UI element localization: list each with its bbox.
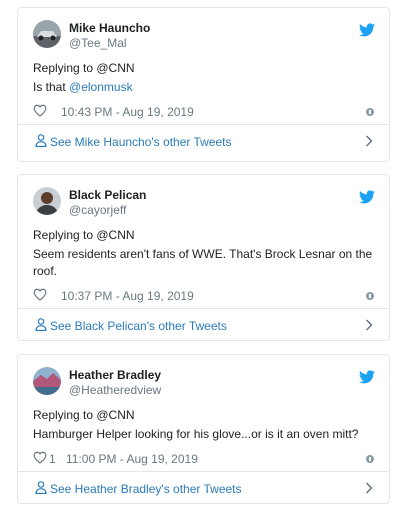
tweet-body: Replying to @CNN Hamburger Helper lookin… bbox=[18, 407, 389, 443]
avatar-photo-car-icon bbox=[33, 20, 61, 48]
twitter-bird-icon[interactable] bbox=[359, 23, 375, 37]
avatar[interactable] bbox=[33, 187, 61, 215]
tweet-header: Heather Bradley @Heatheredview bbox=[18, 355, 389, 405]
replying-to: Replying to @CNN bbox=[33, 61, 135, 75]
like-count: 1 bbox=[49, 452, 56, 466]
user-handle[interactable]: @cayorjeff bbox=[69, 203, 126, 217]
twitter-bird-icon[interactable] bbox=[359, 190, 375, 204]
tweet-body: Replying to @CNN Seem residents aren't f… bbox=[18, 227, 389, 280]
timestamp[interactable]: 10:37 PM - Aug 19, 2019 bbox=[61, 289, 194, 303]
other-tweets-label: See Black Pelican's other Tweets bbox=[50, 319, 227, 333]
tweet-text: Is that @elonmusk bbox=[33, 79, 374, 96]
tweet-meta: 1 11:00 PM - Aug 19, 2019 bbox=[18, 447, 389, 471]
other-tweets-link[interactable]: See Heather Bradley's other Tweets bbox=[18, 471, 389, 504]
replying-to: Replying to @CNN bbox=[33, 228, 135, 242]
display-name[interactable]: Black Pelican bbox=[69, 188, 146, 202]
tweet-text-prefix: Is that bbox=[33, 80, 70, 94]
chevron-right-icon bbox=[365, 135, 373, 147]
tweet-meta: 10:43 PM - Aug 19, 2019 bbox=[18, 100, 389, 124]
avatar-photo-landscape-icon bbox=[33, 367, 61, 395]
replying-to: Replying to @CNN bbox=[33, 408, 135, 422]
heart-icon[interactable] bbox=[33, 451, 47, 464]
timestamp[interactable]: 10:43 PM - Aug 19, 2019 bbox=[61, 105, 194, 119]
chevron-right-icon bbox=[365, 319, 373, 331]
heart-icon[interactable] bbox=[33, 104, 47, 117]
twitter-bird-icon[interactable] bbox=[359, 370, 375, 384]
info-icon[interactable] bbox=[366, 455, 374, 463]
person-icon bbox=[35, 481, 47, 494]
info-icon[interactable] bbox=[366, 108, 374, 116]
avatar[interactable] bbox=[33, 20, 61, 48]
tweet-card-3: Heather Bradley @Heatheredview Replying … bbox=[17, 354, 390, 504]
display-name[interactable]: Heather Bradley bbox=[69, 368, 161, 382]
avatar[interactable] bbox=[33, 367, 61, 395]
person-icon bbox=[35, 134, 47, 147]
other-tweets-label: See Mike Hauncho's other Tweets bbox=[50, 135, 232, 149]
tweet-card-1: Mike Hauncho @Tee_Mal Replying to @CNN I… bbox=[17, 7, 390, 162]
user-handle[interactable]: @Heatheredview bbox=[69, 383, 161, 397]
timestamp[interactable]: 11:00 PM - Aug 19, 2019 bbox=[66, 452, 198, 466]
tweet-header: Black Pelican @cayorjeff bbox=[18, 175, 389, 225]
tweet-text: Hamburger Helper looking for his glove..… bbox=[33, 427, 359, 441]
tweet-meta: 10:37 PM - Aug 19, 2019 bbox=[18, 284, 389, 308]
person-icon bbox=[35, 318, 47, 331]
heart-icon[interactable] bbox=[33, 288, 47, 301]
other-tweets-label: See Heather Bradley's other Tweets bbox=[50, 482, 242, 496]
user-handle[interactable]: @Tee_Mal bbox=[69, 36, 127, 50]
tweet-body: Replying to @CNN Is that @elonmusk bbox=[18, 60, 389, 96]
info-icon[interactable] bbox=[366, 292, 374, 300]
tweet-text: Seem residents aren't fans of WWE. That'… bbox=[33, 247, 373, 278]
chevron-right-icon bbox=[365, 482, 373, 494]
mention-link[interactable]: @elonmusk bbox=[69, 80, 133, 94]
other-tweets-link[interactable]: See Black Pelican's other Tweets bbox=[18, 308, 389, 341]
tweet-card-2: Black Pelican @cayorjeff Replying to @CN… bbox=[17, 174, 390, 341]
tweet-header: Mike Hauncho @Tee_Mal bbox=[18, 8, 389, 58]
other-tweets-link[interactable]: See Mike Hauncho's other Tweets bbox=[18, 124, 389, 157]
avatar-photo-person-icon bbox=[33, 187, 61, 215]
display-name[interactable]: Mike Hauncho bbox=[69, 21, 150, 35]
